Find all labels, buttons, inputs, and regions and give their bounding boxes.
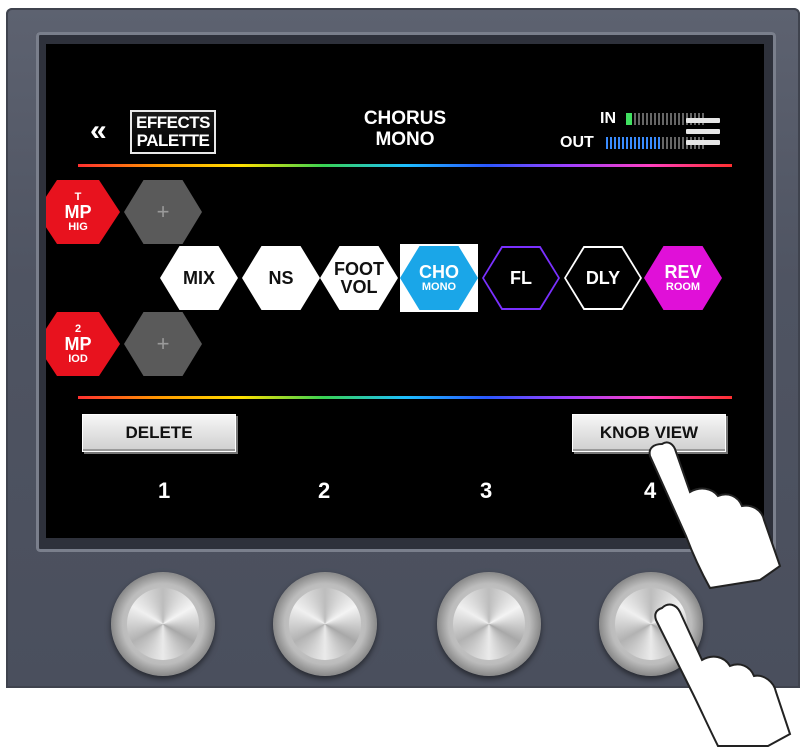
block-label: FOOT xyxy=(334,259,384,279)
pointing-hand-upper-icon xyxy=(648,441,782,590)
palette-label-line1: EFFECTS xyxy=(136,113,210,132)
knob-1[interactable] xyxy=(111,572,215,676)
delete-button[interactable]: DELETE xyxy=(82,414,236,452)
block-label: CHO xyxy=(419,262,459,282)
add-block-bottom-button[interactable]: + xyxy=(124,312,202,376)
amp-b-line2: MP xyxy=(64,334,92,354)
knob-number-3: 3 xyxy=(480,478,493,503)
block-label: NS xyxy=(268,268,294,288)
chain-block-fl[interactable]: FL xyxy=(482,246,560,310)
effect-title: CHORUS MONO xyxy=(320,108,490,150)
chain-block-mix[interactable]: MIX xyxy=(160,246,238,310)
block-label: FL xyxy=(510,268,532,288)
block-sublabel: MONO xyxy=(421,281,457,293)
out-level-fill xyxy=(606,137,661,149)
block-label: DLY xyxy=(585,268,621,288)
pointing-hand-lower-icon xyxy=(654,603,792,747)
amp-a-block[interactable]: T MP HIG xyxy=(46,180,120,244)
palette-label-line2: PALETTE xyxy=(136,131,210,150)
bottom-divider xyxy=(78,396,732,399)
chain-block-foot-vol[interactable]: FOOT VOL xyxy=(320,246,398,310)
block-sublabel: ROOM xyxy=(665,281,701,293)
effects-palette-button[interactable]: EFFECTS PALETTE xyxy=(130,110,216,154)
out-meter-label: OUT xyxy=(560,134,594,151)
add-block-top-button[interactable]: + xyxy=(124,180,202,244)
knob-3[interactable] xyxy=(437,572,541,676)
chain-block-ns[interactable]: NS xyxy=(242,246,320,310)
block-sublabel: VOL xyxy=(340,277,378,297)
back-arrows-icon[interactable]: « xyxy=(90,114,107,148)
top-divider xyxy=(78,164,732,167)
knob-2[interactable] xyxy=(273,572,377,676)
in-meter-label: IN xyxy=(600,110,616,127)
chain-block-dly[interactable]: DLY xyxy=(564,246,642,310)
in-level-fill xyxy=(626,113,633,125)
add-icon: + xyxy=(156,199,170,224)
effect-title-line1: CHORUS xyxy=(363,108,447,129)
chain-block-rev[interactable]: REV ROOM xyxy=(644,246,722,310)
effect-title-line2: MONO xyxy=(375,129,435,150)
block-label: MIX xyxy=(182,268,215,288)
knob-number-1: 1 xyxy=(158,478,171,503)
add-icon: + xyxy=(156,331,170,356)
knob-number-2: 2 xyxy=(318,478,331,503)
block-label: REV xyxy=(664,262,702,282)
menu-icon[interactable] xyxy=(686,118,720,151)
amp-b-line3: IOD xyxy=(68,353,88,365)
top-bar: « EFFECTS PALETTE CHORUS MONO IN OUT xyxy=(46,44,764,164)
amp-a-line2: MP xyxy=(64,202,92,222)
amp-a-line3: HIG xyxy=(68,221,88,233)
amp-b-block[interactable]: 2 MP IOD xyxy=(46,312,120,376)
